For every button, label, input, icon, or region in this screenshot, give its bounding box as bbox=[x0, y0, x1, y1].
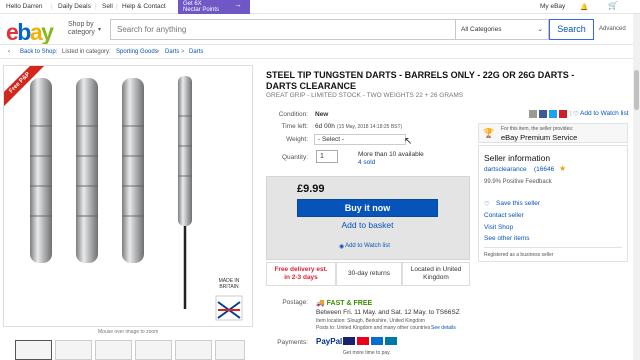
ebay-logo[interactable]: ebay bbox=[6, 19, 54, 46]
delivery-estimate: Between Fri. 11 May. and Sat. 12 May. to… bbox=[316, 309, 460, 316]
sold-link[interactable]: 4 sold bbox=[358, 159, 375, 166]
add-to-watch-list-button[interactable]: Add to Watch list bbox=[297, 243, 438, 249]
postage-label: Postage: bbox=[282, 299, 308, 306]
scrollbar-thumb[interactable] bbox=[634, 70, 639, 110]
item-location: Item location: Slough, Berkshire, United… bbox=[316, 318, 425, 324]
feedback-count-link[interactable]: (16646 bbox=[534, 166, 554, 173]
condition-value: New bbox=[315, 111, 329, 118]
top-nav-bar: Hello Darren | Daily Deals | Sell | Help… bbox=[0, 0, 640, 14]
arrow-right-icon: → bbox=[234, 0, 242, 9]
buy-it-now-button[interactable]: Buy it now bbox=[297, 199, 438, 217]
chevron-down-icon: ▾ bbox=[98, 27, 102, 33]
payments-label: Payments: bbox=[277, 339, 308, 346]
seller-info-box: Seller information dartsclearance (16646… bbox=[478, 145, 628, 262]
credit-text: Get more time to pay. bbox=[343, 350, 391, 356]
time-left-detail: (15 May, 2018 14:18:25 BST) bbox=[337, 124, 403, 130]
seller-name-link[interactable]: dartsclearance bbox=[484, 166, 527, 173]
add-to-basket-button[interactable]: Add to basket bbox=[297, 220, 438, 230]
star-icon: ★ bbox=[559, 164, 567, 173]
quantity-input[interactable]: 1 bbox=[316, 150, 338, 163]
weight-label: Weight: bbox=[286, 136, 308, 143]
facebook-icon[interactable] bbox=[539, 110, 547, 118]
price: £9.99 bbox=[297, 183, 325, 195]
share-icons bbox=[529, 110, 569, 119]
visit-shop-link[interactable]: Visit Shop bbox=[484, 224, 513, 231]
help-contact-link[interactable]: Help & Contact bbox=[122, 3, 166, 10]
premium-service-label: eBay Premium Service bbox=[501, 133, 578, 142]
cursor-pointer-icon: ↖ bbox=[404, 136, 413, 147]
category-select[interactable]: All Categories ⌄ bbox=[455, 19, 549, 40]
seller-info-heading: Seller information bbox=[484, 153, 551, 163]
divider bbox=[484, 247, 622, 248]
amex-icon bbox=[371, 337, 383, 345]
heart-icon[interactable]: ♡ bbox=[573, 110, 579, 118]
greeting-link[interactable]: Hello Darren bbox=[6, 3, 43, 10]
add-watch-list-link[interactable]: Add to Watch list bbox=[580, 110, 629, 117]
product-image[interactable]: Free P&P MADE IN BRITAIN bbox=[3, 65, 253, 327]
search-button[interactable]: Search bbox=[549, 19, 594, 40]
advanced-search-link[interactable]: Advanced bbox=[599, 26, 626, 32]
returns-badge: 30-day returns bbox=[336, 262, 402, 286]
positive-feedback: 99.9% Positive Feedback bbox=[484, 179, 552, 185]
zoom-hint: Mouse over image to zoom bbox=[98, 329, 159, 335]
see-details-link[interactable]: See details bbox=[431, 325, 456, 331]
search-input[interactable]: Search for anything bbox=[110, 19, 456, 40]
condition-label: Condition: bbox=[278, 111, 308, 118]
maestro-icon bbox=[385, 337, 397, 345]
listing-title: STEEL TIP TUNGSTEN DARTS - BARRELS ONLY … bbox=[266, 70, 575, 91]
crumb-darts-sub[interactable]: Darts bbox=[189, 49, 203, 55]
made-in-britain-badge: MADE IN BRITAIN bbox=[218, 278, 240, 290]
scrollbar[interactable] bbox=[633, 14, 640, 360]
daily-deals-link[interactable]: Daily Deals bbox=[58, 3, 91, 10]
divider: | bbox=[51, 3, 53, 10]
thumbnail[interactable] bbox=[215, 340, 245, 360]
back-to-shop-link[interactable]: Back to Shop bbox=[20, 49, 56, 55]
cart-icon[interactable]: 🛒 bbox=[608, 1, 618, 10]
pinterest-icon[interactable] bbox=[559, 110, 567, 118]
location-badge: Located in United Kingdom bbox=[402, 262, 470, 286]
nectar-promo-banner[interactable]: Get 6X Nectar Points → bbox=[178, 0, 250, 14]
chevron-down-icon: ⌄ bbox=[537, 26, 543, 33]
thumbnail[interactable] bbox=[95, 340, 132, 360]
my-ebay-link[interactable]: My eBay bbox=[540, 3, 565, 10]
crumb-darts[interactable]: Darts bbox=[165, 49, 179, 55]
chevron-left-icon[interactable]: ‹ bbox=[8, 49, 10, 55]
twitter-icon[interactable] bbox=[549, 110, 557, 118]
premium-service-box: 🏆 Posts to: United Kingdom and many othe… bbox=[478, 123, 628, 143]
see-other-items-link[interactable]: See other items bbox=[484, 235, 530, 242]
free-delivery-badge: Free delivery est. in 2-3 days bbox=[266, 262, 336, 286]
paypal-logo: PayPal bbox=[316, 337, 343, 346]
save-seller-link[interactable]: Save this seller bbox=[496, 200, 540, 207]
time-left-value: 6d 00h bbox=[315, 123, 335, 130]
trophy-icon: 🏆 bbox=[483, 128, 495, 138]
thumbnail[interactable] bbox=[15, 340, 52, 360]
divider: | bbox=[95, 3, 97, 10]
weight-select[interactable]: - Select - bbox=[314, 134, 406, 145]
listed-in-label: Listed in category: bbox=[62, 49, 111, 55]
mastercard-icon bbox=[357, 337, 369, 345]
provided-by-text: For this item, the seller provides: bbox=[501, 126, 574, 132]
breadcrumb: ‹ Back to Shop | Listed in category: Spo… bbox=[0, 44, 640, 59]
fast-free-badge: 🚚 FAST & FREE bbox=[316, 300, 373, 307]
thumbnail[interactable] bbox=[135, 340, 172, 360]
available-text: More than 10 available bbox=[358, 151, 424, 158]
posts-to: Posts to: United Kingdom and many other … bbox=[316, 325, 431, 331]
email-icon[interactable] bbox=[529, 110, 537, 118]
time-left-label: Time left: bbox=[281, 123, 309, 130]
heart-icon[interactable]: ♡ bbox=[484, 200, 490, 208]
thumbnail[interactable] bbox=[175, 340, 212, 360]
thumbnail[interactable] bbox=[55, 340, 92, 360]
shop-by-category-button[interactable]: Shop by category ▾ bbox=[68, 21, 101, 37]
business-seller-text: Registered as a business seller bbox=[484, 252, 554, 258]
contact-seller-link[interactable]: Contact seller bbox=[484, 212, 524, 219]
quantity-label: Quantity: bbox=[281, 154, 308, 161]
listing-subtitle: GREAT GRIP - LIMITED STOCK - TWO WEIGHTS… bbox=[266, 92, 464, 99]
bell-icon[interactable]: 🔔 bbox=[580, 3, 588, 11]
sell-link[interactable]: Sell bbox=[102, 3, 113, 10]
divider: | bbox=[116, 3, 118, 10]
crumb-sporting-goods[interactable]: Sporting Goods bbox=[116, 49, 158, 55]
visa-icon bbox=[343, 337, 355, 345]
